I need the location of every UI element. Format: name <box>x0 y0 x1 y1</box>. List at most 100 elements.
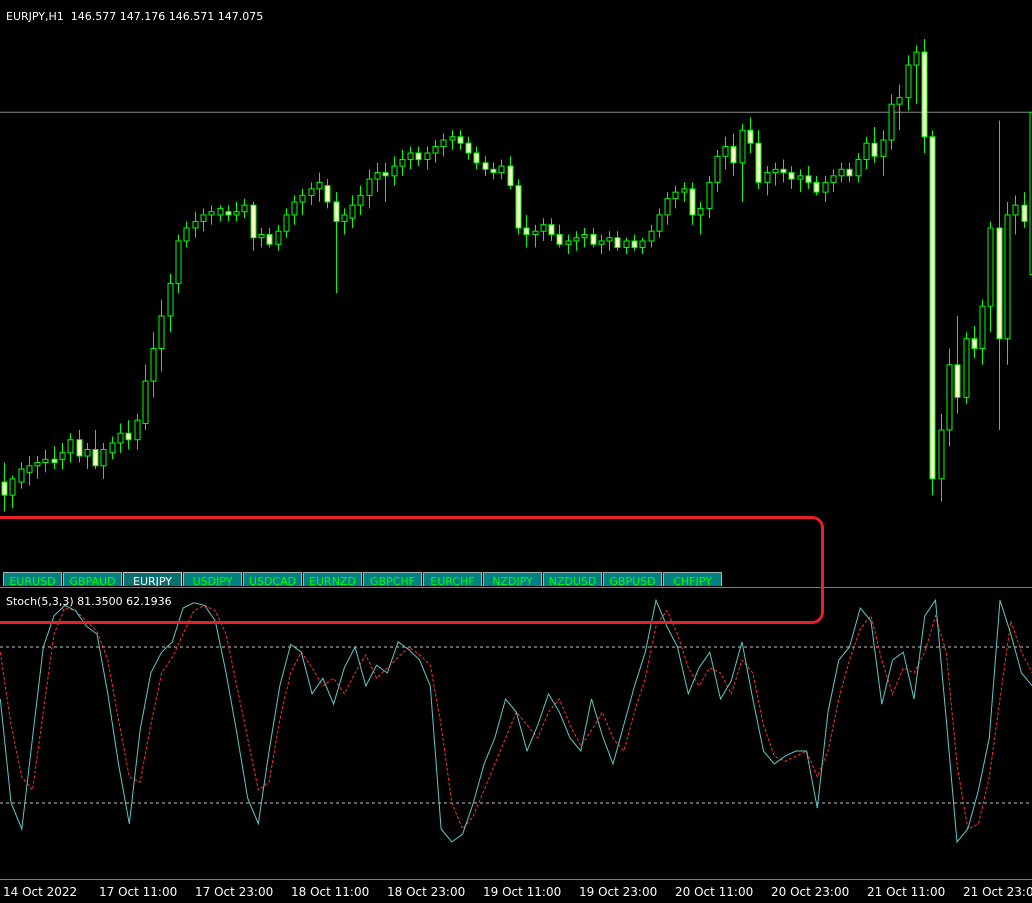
symbol-button-chfjpy[interactable]: CHFJPY <box>663 572 722 586</box>
candle <box>689 182 696 225</box>
candle <box>382 162 389 202</box>
candle <box>490 162 497 180</box>
candle <box>730 133 737 176</box>
candle <box>440 133 447 157</box>
candle <box>308 182 315 206</box>
ohlc-values: 146.577 147.176 146.571 147.075 <box>70 10 264 23</box>
stochastic-panel[interactable]: Stoch(5,3,3) 81.3500 62.1936 <box>0 590 1032 880</box>
candle <box>407 146 414 170</box>
candle <box>208 205 215 225</box>
candle <box>722 136 729 170</box>
candle <box>697 201 704 235</box>
candle <box>18 462 25 489</box>
candle <box>84 443 91 470</box>
candle <box>639 237 646 255</box>
candle <box>556 224 563 248</box>
candle <box>714 149 721 193</box>
candle <box>523 214 530 248</box>
candle <box>391 156 398 186</box>
symbol-button-usdcad[interactable]: USDCAD <box>243 572 302 586</box>
candle <box>573 231 580 251</box>
symbol-button-gbpchf[interactable]: GBPCHF <box>363 572 422 586</box>
candle <box>192 211 199 238</box>
symbol-button-nzdusd[interactable]: NZDUSD <box>543 572 602 586</box>
candle <box>498 159 505 180</box>
candle <box>399 149 406 176</box>
candle <box>241 198 248 219</box>
time-label: 20 Oct 11:00 <box>675 885 754 899</box>
candle <box>42 449 49 473</box>
candle <box>905 55 912 111</box>
symbol-button-gbpusd[interactable]: GBPUSD <box>603 572 662 586</box>
candle <box>888 94 895 150</box>
price-chart-panel[interactable]: EURJPY,H1 146.577 147.176 146.571 147.07… <box>0 4 1032 586</box>
candle <box>250 201 257 251</box>
candle <box>117 423 124 453</box>
candle <box>341 208 348 235</box>
stoch-main-line <box>0 598 1032 844</box>
candle <box>374 162 381 193</box>
candle <box>656 208 663 238</box>
candle <box>938 413 945 502</box>
symbol-button-eurusd[interactable]: EURUSD <box>3 572 62 586</box>
candle <box>134 413 141 450</box>
candle <box>979 299 986 365</box>
candle <box>606 231 613 251</box>
candle <box>283 208 290 238</box>
candle <box>772 162 779 186</box>
time-label: 18 Oct 11:00 <box>291 885 370 899</box>
candle <box>150 332 157 398</box>
candle <box>333 192 340 294</box>
symbol-button-gbpaud[interactable]: GBPAUD <box>63 572 122 586</box>
symbol-button-eurjpy[interactable]: EURJPY <box>123 572 182 586</box>
symbol-button-nzdjpy[interactable]: NZDJPY <box>483 572 542 586</box>
time-axis: 14 Oct 2022 17 Oct 11:00 17 Oct 23:00 18 Oc… <box>0 880 1032 903</box>
symbol-button-eurchf[interactable]: EURCHF <box>423 572 482 586</box>
candle <box>217 205 224 222</box>
candle <box>1021 192 1028 228</box>
candle <box>565 234 572 255</box>
candle <box>954 315 961 414</box>
candle <box>26 456 33 486</box>
candle <box>838 162 845 183</box>
candle <box>805 166 812 189</box>
candle <box>225 205 232 222</box>
candle <box>324 179 331 209</box>
candle <box>681 182 688 202</box>
candle <box>921 39 928 154</box>
candle <box>672 185 679 209</box>
candle <box>590 227 597 248</box>
candle <box>100 443 107 479</box>
candle <box>971 325 978 359</box>
symbol-button-usdjpy[interactable]: USDJPY <box>183 572 242 586</box>
candlestick-chart <box>0 39 1032 512</box>
time-label: 21 Oct 11:00 <box>867 885 946 899</box>
candle <box>183 221 190 248</box>
candle <box>880 130 887 176</box>
candle <box>598 234 605 255</box>
time-label: 18 Oct 23:00 <box>387 885 466 899</box>
candle <box>929 130 936 496</box>
chart-window[interactable]: EURJPY,H1 146.577 147.176 146.571 147.07… <box>0 0 1032 903</box>
candle <box>482 156 489 176</box>
candle <box>764 166 771 196</box>
time-label: 21 Oct 23:00 <box>963 885 1032 899</box>
candle <box>871 126 878 163</box>
candle <box>316 172 323 202</box>
symbol-button-eurnzd[interactable]: EURNZD <box>303 572 362 586</box>
candle <box>507 156 514 189</box>
candle <box>532 224 539 248</box>
candle <box>863 136 870 170</box>
symbol-ohlc-header: EURJPY,H1 146.577 147.176 146.571 147.07… <box>6 10 263 23</box>
time-label: 14 Oct 2022 <box>3 885 78 899</box>
time-label: 20 Oct 23:00 <box>771 885 850 899</box>
candle <box>473 146 480 170</box>
candle <box>946 348 953 447</box>
panel-divider[interactable] <box>0 587 1032 588</box>
candle <box>76 429 83 463</box>
candle <box>142 364 149 430</box>
candle <box>125 420 132 450</box>
candle <box>200 208 207 232</box>
candle <box>349 195 356 228</box>
candle <box>515 179 522 235</box>
